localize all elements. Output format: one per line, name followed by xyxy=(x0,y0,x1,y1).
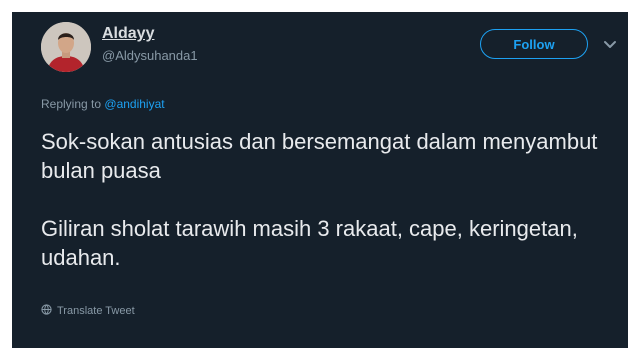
tweet-card: Aldayy @Aldysuhanda1 Follow Replying to … xyxy=(12,12,628,348)
display-name[interactable]: Aldayy xyxy=(102,25,154,43)
translate-label: Translate Tweet xyxy=(57,305,135,317)
avatar[interactable] xyxy=(41,22,91,72)
replying-to-line: Replying to @andihiyat xyxy=(41,97,165,111)
tweet-paragraph: Giliran sholat tarawih masih 3 rakaat, c… xyxy=(41,216,578,270)
replying-to-label: Replying to xyxy=(41,97,102,111)
translate-tweet-link[interactable]: Translate Tweet xyxy=(41,304,135,318)
globe-icon xyxy=(41,304,52,318)
chevron-down-icon[interactable] xyxy=(600,34,620,54)
follow-button[interactable]: Follow xyxy=(480,29,588,59)
tweet-text: Sok-sokan antusias dan bersemangat dalam… xyxy=(41,127,611,272)
reply-mention-link[interactable]: @andihiyat xyxy=(104,97,164,111)
tweet-paragraph: Sok-sokan antusias dan bersemangat dalam… xyxy=(41,129,598,183)
username[interactable]: @Aldysuhanda1 xyxy=(102,48,198,63)
